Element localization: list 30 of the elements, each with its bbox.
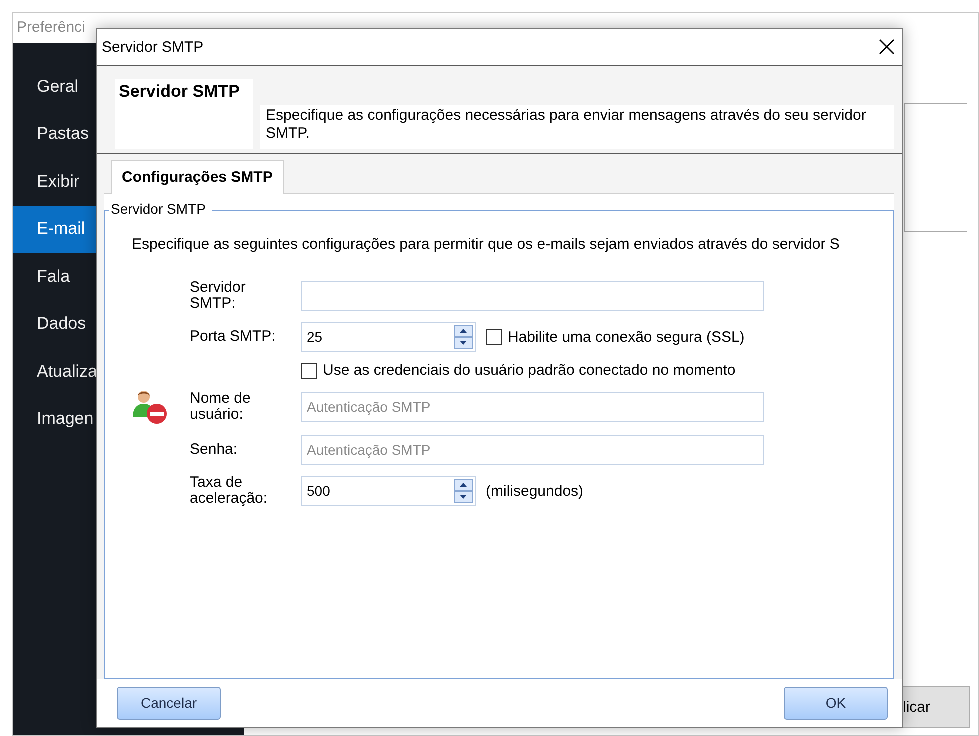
input-field[interactable]: Autenticação SMTP bbox=[301, 392, 764, 422]
field-label: Senha: bbox=[190, 442, 239, 458]
input-field[interactable]: Autenticação SMTP bbox=[301, 435, 764, 465]
number-field[interactable]: 500 bbox=[302, 478, 454, 504]
field-label: Porta SMTP: bbox=[190, 329, 277, 345]
user-remove-icon bbox=[132, 389, 168, 425]
instruction-text: Especifique as seguintes configurações para permitir que os e-mails sejam enviados através do servidor S bbox=[131, 236, 840, 253]
tab[interactable]: Configurações SMTP bbox=[111, 160, 284, 194]
header-title: Servidor SMTP bbox=[115, 79, 253, 149]
checkbox-label: Use as credenciais do usuário padrão conectado no momento bbox=[323, 362, 736, 379]
unit-label: (milisegundos) bbox=[486, 482, 584, 500]
checkbox[interactable] bbox=[486, 329, 502, 345]
field-label: Servidor SMTP: bbox=[190, 280, 247, 312]
spin-box[interactable]: 25 bbox=[301, 322, 476, 352]
number-field[interactable]: 25 bbox=[302, 324, 454, 350]
field-label: Taxa de aceleração: bbox=[190, 475, 269, 507]
header-description: Especifique as configurações necessárias para enviar mensagens através do seu servidor SMTP. bbox=[260, 105, 894, 149]
input-field[interactable] bbox=[301, 281, 764, 311]
dialog-button[interactable]: OK bbox=[784, 686, 888, 720]
group-title: Servidor SMTP bbox=[109, 201, 212, 217]
dialog-title: Servidor SMTP bbox=[102, 38, 204, 56]
spin-arrows-icon[interactable] bbox=[454, 479, 473, 503]
spin-arrows-icon[interactable] bbox=[454, 325, 473, 349]
dialog-button[interactable]: Cancelar bbox=[117, 686, 221, 720]
field-label: Nome de usuário: bbox=[190, 391, 252, 423]
checkbox-label: Habilite uma conexão segura (SSL) bbox=[508, 328, 745, 346]
spin-box[interactable]: 500 bbox=[301, 476, 476, 506]
close-icon[interactable] bbox=[878, 38, 896, 56]
checkbox[interactable] bbox=[301, 362, 317, 378]
window-title: Preferênci bbox=[16, 18, 86, 38]
